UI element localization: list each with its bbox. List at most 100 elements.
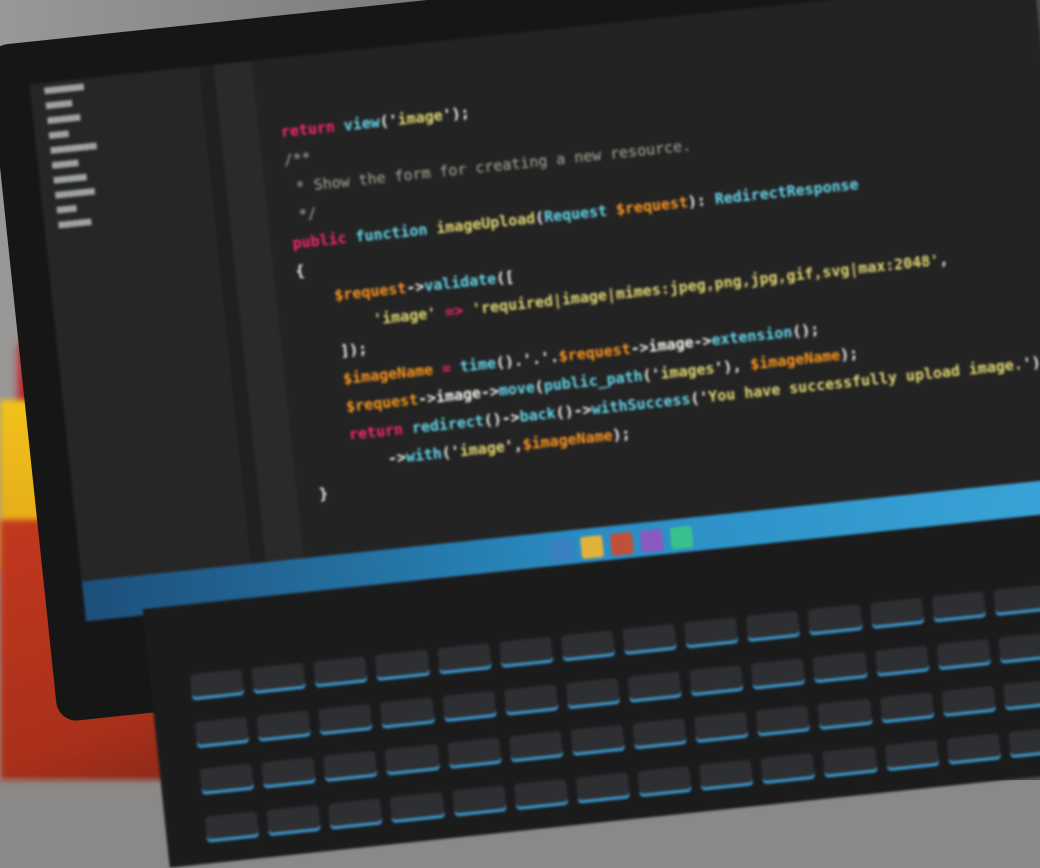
keyboard-key <box>694 711 749 743</box>
keyboard-key <box>441 690 497 722</box>
keyboard-key <box>698 758 754 791</box>
code-token: ()-> <box>482 407 521 430</box>
app-icon[interactable] <box>669 525 694 550</box>
code-token: ()-> <box>554 400 593 423</box>
keyboard-key <box>817 698 873 730</box>
keyboard-key <box>375 649 430 681</box>
keyboard-key <box>684 617 739 649</box>
keyboard-key <box>760 752 816 784</box>
code-token: ); <box>839 344 860 364</box>
code-token: move <box>497 378 536 400</box>
code-token: (); <box>791 320 821 341</box>
keyboard-key <box>503 683 559 716</box>
code-token: $imageName <box>749 346 842 374</box>
code-token: ->image-> <box>629 331 713 358</box>
code-token: '), <box>713 355 752 378</box>
keyboard-key <box>436 643 492 675</box>
keyboard-key <box>328 797 383 830</box>
keyboard-key <box>874 644 930 677</box>
code-token: ]); <box>303 339 369 364</box>
code-token: time <box>459 354 497 376</box>
keyboard-key <box>998 631 1040 664</box>
code-token: ') <box>1021 353 1040 373</box>
code-token: ', <box>503 435 524 456</box>
code-token: (' <box>689 388 710 408</box>
keyboard-key <box>750 657 806 690</box>
keyboard-key <box>879 692 934 724</box>
code-token: '); <box>441 103 471 125</box>
code-token: { <box>294 261 306 281</box>
keyboard-key <box>189 669 245 701</box>
code-token: extension <box>710 322 794 350</box>
code-token: public <box>291 228 357 253</box>
code-token: Request <box>543 200 617 227</box>
code-token: = <box>432 357 461 379</box>
keyboard-key <box>194 716 250 748</box>
code-token: $request <box>615 193 689 219</box>
code-token: (' <box>440 442 461 463</box>
keyboard-key <box>931 591 986 623</box>
keyboard-key <box>993 584 1040 616</box>
code-token: => <box>435 300 474 322</box>
keyboard-key <box>622 623 677 655</box>
keyboard-key <box>560 630 616 662</box>
code-token: function <box>354 219 438 246</box>
folder-icon[interactable] <box>579 534 605 560</box>
keyboard-key <box>1007 726 1040 758</box>
code-token: ); <box>611 424 632 445</box>
code-token: $imageName <box>521 426 614 454</box>
keyboard-key <box>946 732 1001 765</box>
keyboard-key <box>389 791 445 823</box>
code-token: view <box>342 112 381 135</box>
keyboard-key <box>1003 679 1040 711</box>
keyboard-key <box>575 771 630 804</box>
keyboard-key <box>627 670 682 703</box>
code-token: imageUpload <box>435 209 537 238</box>
code-token: return <box>279 116 345 142</box>
code-token: back <box>518 404 557 426</box>
code-area[interactable]: return view('image');/** * Show the form… <box>279 42 1040 508</box>
code-token: ([ <box>495 267 516 288</box>
code-token: image <box>458 437 506 461</box>
keyboard-key <box>637 765 692 797</box>
media-icon[interactable] <box>609 531 634 556</box>
keyboard-key <box>689 664 744 696</box>
laptop-screen: ■■■■■■ ■■■■ ■■■■■ ■■■ ■■■■■■■ ■■■■ ■■■■■… <box>29 0 1040 622</box>
code-token: image <box>396 106 444 129</box>
keyboard-key <box>755 705 811 737</box>
keyboard-key <box>884 739 939 771</box>
browser-icon[interactable] <box>639 528 664 553</box>
keyboard-key <box>508 731 564 763</box>
code-token: } <box>318 484 329 504</box>
code-token: ->image-> <box>417 381 500 409</box>
keyboard-key <box>570 724 625 756</box>
code-token: redirect <box>410 411 485 438</box>
keyboard-key <box>256 709 312 742</box>
keyboard-key <box>812 651 868 683</box>
code-token: , <box>938 250 950 270</box>
code-token: (' <box>641 364 662 385</box>
keyboard-key <box>251 662 307 694</box>
keyboard-key <box>869 597 925 629</box>
file-explorer-icon[interactable] <box>550 538 575 563</box>
keyboard-key <box>313 656 368 688</box>
keyboard-key <box>204 810 260 843</box>
code-token: ().'.'. <box>494 347 560 372</box>
keyboard-key <box>936 638 991 670</box>
keyboard-key <box>199 763 255 795</box>
keyboard-key <box>513 778 569 810</box>
code-token: -> <box>315 448 407 476</box>
code-token: validate <box>423 269 498 296</box>
keyboard <box>189 584 1040 854</box>
keyboard-key <box>822 745 878 778</box>
keyboard-key <box>261 757 316 789</box>
code-token: images <box>659 359 716 383</box>
code-token: /** <box>282 148 312 170</box>
code-token: (' <box>378 111 399 131</box>
keyboard-key <box>941 685 996 717</box>
keyboard-key <box>632 718 687 750</box>
code-token: ): <box>686 190 716 212</box>
code-token: */ <box>288 204 318 225</box>
keyboard-key <box>323 750 378 782</box>
code-token: withSuccess <box>590 389 692 419</box>
